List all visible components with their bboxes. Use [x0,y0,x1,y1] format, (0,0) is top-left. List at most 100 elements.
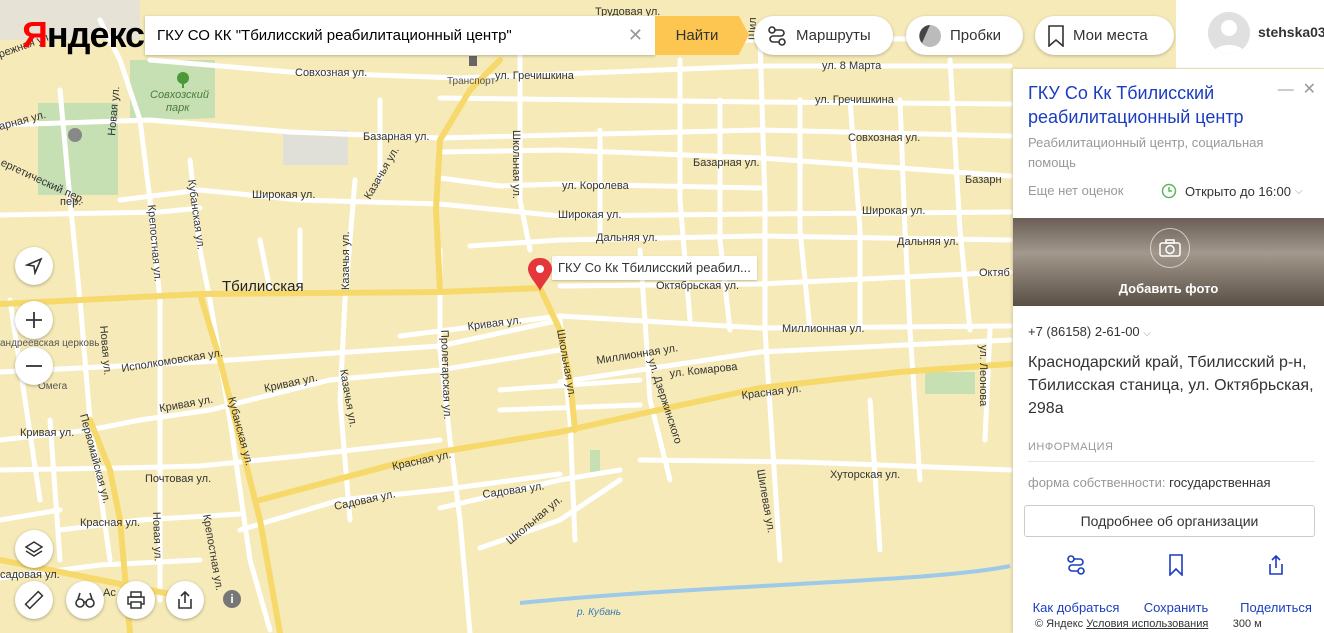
minus-icon [26,365,42,367]
save-label: Сохранить [1143,600,1209,615]
clock-icon [1161,183,1177,199]
street-label: Казачья ул. [340,231,352,290]
street-label: Миллионная ул. [782,323,864,335]
poi-church: андреевская церковь [0,338,99,349]
info-icon[interactable]: i [223,590,241,608]
close-icon[interactable]: — ✕ [1278,79,1316,99]
search-input[interactable] [155,16,619,55]
street-label: садовая ул. [0,569,60,581]
share-map-button[interactable] [166,581,204,619]
street-label: Хуторская ул. [830,469,900,481]
ruler-button[interactable] [15,581,53,619]
pin-label[interactable]: ГКУ Со Кк Тбилисский реабил... [552,256,757,280]
street-label: Базарн [965,174,1002,186]
printer-icon [127,591,145,609]
ownership-row: форма собственности: государственная [1028,475,1271,490]
clear-icon[interactable]: ✕ [628,25,643,46]
org-hours[interactable]: Открыто до 16:00 ⌵ [1161,183,1303,199]
street-label: ул. 8 Марта [822,60,882,72]
divider [1028,461,1315,462]
street-label: Широкая ул. [558,209,621,221]
scale-label: 300 м [1232,618,1262,630]
org-category: Реабилитационный центр, социальная помощ… [1028,135,1264,170]
routes-button[interactable]: Маршруты [754,16,893,55]
camera-icon [1150,228,1190,268]
street-label: ул. Гречишкина [495,70,575,82]
more-info-button[interactable]: Подробнее об организации [1024,505,1315,537]
directions-button[interactable]: Как добраться [1026,549,1126,629]
panorama-button[interactable] [66,581,104,619]
zoom-out-button[interactable] [15,347,53,385]
layers-button[interactable] [15,530,53,568]
ruler-icon [24,590,44,610]
binoculars-icon [75,592,95,608]
routes-label: Маршруты [796,27,871,44]
yandex-logo[interactable]: Яндекс [22,14,145,56]
org-phone[interactable]: +7 (86158) 2-61-00 ⌵ [1028,324,1151,339]
street-label: Дальняя ул. [596,232,658,244]
street-label: Совхозная ул. [295,67,367,79]
org-rating[interactable]: Еще нет оценок [1028,183,1123,198]
street-label: Октябрьская ул. [656,280,739,292]
route-icon [768,25,786,46]
org-address: Краснодарский край, Тбилисский р-н, Тбил… [1028,354,1314,417]
layers-icon [24,541,44,557]
user-bar[interactable]: stehska03 [1176,0,1324,68]
username: stehska03 [1258,24,1324,40]
plus-icon [26,312,42,328]
share-label: Поделиться [1240,600,1312,615]
street-label: Кривая ул. [20,427,74,439]
poi-park-label: парк [166,102,190,114]
route-icon [1067,555,1085,575]
river-label: р. Кубань [576,606,621,618]
street-label: Красная ул. [80,517,140,529]
locate-arrow-icon [25,257,43,275]
street-label: ул. Королева [562,180,630,192]
poi-park-label: Совхозский [150,89,209,101]
locate-button[interactable] [15,247,53,285]
chevron-down-icon: ⌵ [1294,185,1303,197]
street-label: пер. [60,196,81,208]
poi-transport: Транспорт [447,76,496,87]
street-label: Почтовая ул. [145,473,211,485]
street-label: Дальняя ул. [897,236,959,248]
traffic-button[interactable]: Пробки [906,16,1023,55]
search-bar: ✕ [145,16,655,55]
street-label: Широкая ул. [252,189,315,201]
street-label: Новая ул. [150,512,164,562]
bookmark-icon [1048,24,1064,47]
street-label: Ас [103,587,116,599]
street-label: Октяб [979,267,1010,279]
street-label: ул. Гречишкина [815,94,895,106]
terms-link[interactable]: Условия использования [1086,618,1208,630]
traffic-icon [919,24,941,47]
share-icon [178,590,192,609]
church-icon [68,128,82,142]
street-label: ул. Леонова [977,345,989,407]
bookmark-icon [1169,554,1183,576]
zoom-in-button[interactable] [15,301,53,339]
map-footer: © Яндекс Условия использования 300 м [1032,618,1265,630]
my-places-label: Мои места [1073,27,1148,44]
town-label: Тбилисская [222,278,304,295]
org-title[interactable]: ГКУ Со Кк Тбилисский реабилитационный це… [1028,81,1278,129]
street-label: Базарная ул. [363,131,429,143]
street-label: Широкая ул. [862,205,925,217]
save-button[interactable]: Сохранить [1126,549,1226,629]
info-heading: ИНФОРМАЦИЯ [1028,441,1114,453]
share-button[interactable]: Поделиться [1226,549,1324,629]
add-photo-area[interactable]: Добавить фото [1013,218,1324,306]
directions-label: Как добраться [1032,600,1120,615]
street-label: Базарная ул. [693,157,759,169]
print-button[interactable] [117,581,155,619]
street-label: Совхозная ул. [848,132,920,144]
traffic-label: Пробки [950,27,1001,44]
org-card-panel: ГКУ Со Кк Тбилисский реабилитационный це… [1013,69,1324,633]
transport-icon [469,56,477,66]
find-button[interactable]: Найти [655,16,749,55]
share-icon [1269,554,1283,575]
my-places-button[interactable]: Мои места [1035,16,1174,55]
add-photo-label: Добавить фото [1118,281,1219,296]
street-label: Школьная ул. [510,130,522,199]
avatar[interactable] [1208,12,1250,54]
